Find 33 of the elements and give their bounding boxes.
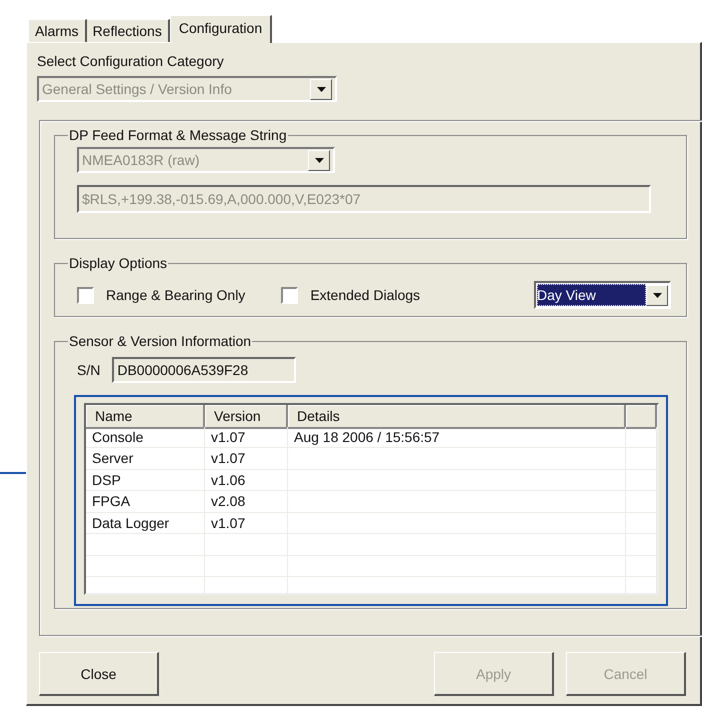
table-cell: DSP — [86, 470, 205, 491]
table-cell: v2.08 — [205, 491, 288, 512]
dropdown-arrow-icon — [314, 158, 324, 162]
column-header[interactable]: Name — [86, 405, 205, 429]
checkbox-label: Extended Dialogs — [310, 287, 420, 303]
table-cell: v1.07 — [205, 512, 288, 534]
table-cell: Console — [86, 426, 205, 448]
group-title: DP Feed Format & Message String — [68, 127, 288, 143]
dropdown-arrow-icon — [316, 86, 326, 92]
serial-label: S/N — [77, 362, 100, 378]
column-header[interactable]: Details — [288, 405, 626, 429]
dialog-button[interactable]: Close — [39, 652, 159, 696]
group-title: Sensor & Version Information — [68, 333, 252, 349]
tab[interactable]: Alarms — [29, 19, 87, 42]
group-title: Display Options — [68, 255, 168, 271]
serial-field[interactable]: DB0000006A539F28 — [112, 357, 296, 383]
table-cell: FPGA — [86, 491, 205, 512]
table-cell: Aug 18 2006 / 15:56:57 — [288, 426, 626, 448]
checkbox-label: Range & Bearing Only — [106, 287, 246, 303]
table-cell: Data Logger — [86, 512, 205, 534]
tab[interactable]: Reflections — [86, 19, 170, 42]
column-header[interactable] — [626, 405, 657, 429]
checkbox[interactable] — [281, 286, 298, 304]
table-cell: Server — [86, 448, 205, 470]
dropdown-arrow-icon — [652, 292, 662, 298]
table-cell: v1.07 — [205, 426, 288, 448]
view-dropdown[interactable]: Day View — [534, 281, 671, 309]
column-header[interactable]: Version — [205, 405, 288, 429]
table-cell: v1.07 — [205, 448, 288, 470]
checkbox[interactable] — [77, 286, 94, 304]
category-label: Select Configuration Category — [37, 53, 225, 69]
tab[interactable]: Configuration — [170, 15, 272, 43]
table-cell: v1.06 — [205, 470, 288, 491]
